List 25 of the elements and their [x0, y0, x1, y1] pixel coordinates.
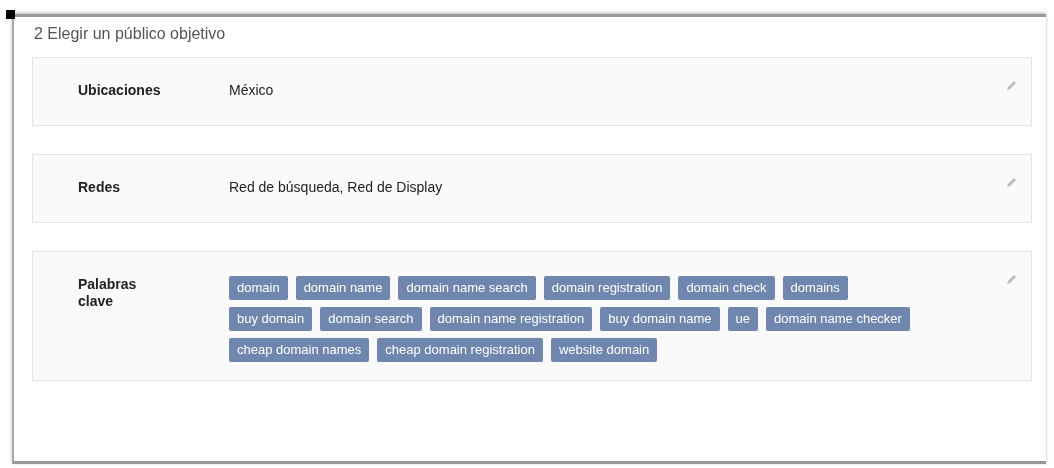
keyword-tag: cheap domain registration	[377, 338, 543, 362]
keyword-tag: website domain	[550, 338, 658, 362]
pencil-icon[interactable]	[1005, 80, 1017, 92]
keyword-tag: buy domain	[229, 307, 313, 331]
setting-label: Ubicaciones	[78, 82, 162, 99]
keyword-tag: domains	[782, 276, 848, 300]
setting-label: Palabras clave	[78, 276, 138, 310]
keyword-tag: domain name checker	[766, 307, 910, 331]
keyword-tag: domain check	[678, 276, 775, 300]
keyword-tag: ue	[727, 307, 758, 331]
keyword-tag: domain search	[320, 307, 422, 331]
corner-marker	[6, 10, 15, 19]
setting-value: Red de búsqueda, Red de Display	[229, 179, 443, 196]
keyword-tag: domain registration	[543, 276, 671, 300]
keyword-tag: domain name	[295, 276, 391, 300]
section-title: 2 Elegir un público objetivo	[34, 25, 226, 43]
pencil-icon[interactable]	[1005, 177, 1017, 189]
pencil-icon[interactable]	[1005, 274, 1017, 286]
setting-label: Redes	[78, 179, 122, 196]
keyword-tag: cheap domain names	[229, 338, 370, 362]
keyword-tag: domain	[229, 276, 288, 300]
keyword-tag: buy domain name	[600, 307, 720, 331]
keyword-tag: domain name registration	[429, 307, 593, 331]
setting-value: México	[229, 82, 274, 99]
keyword-tag: domain name search	[398, 276, 536, 300]
